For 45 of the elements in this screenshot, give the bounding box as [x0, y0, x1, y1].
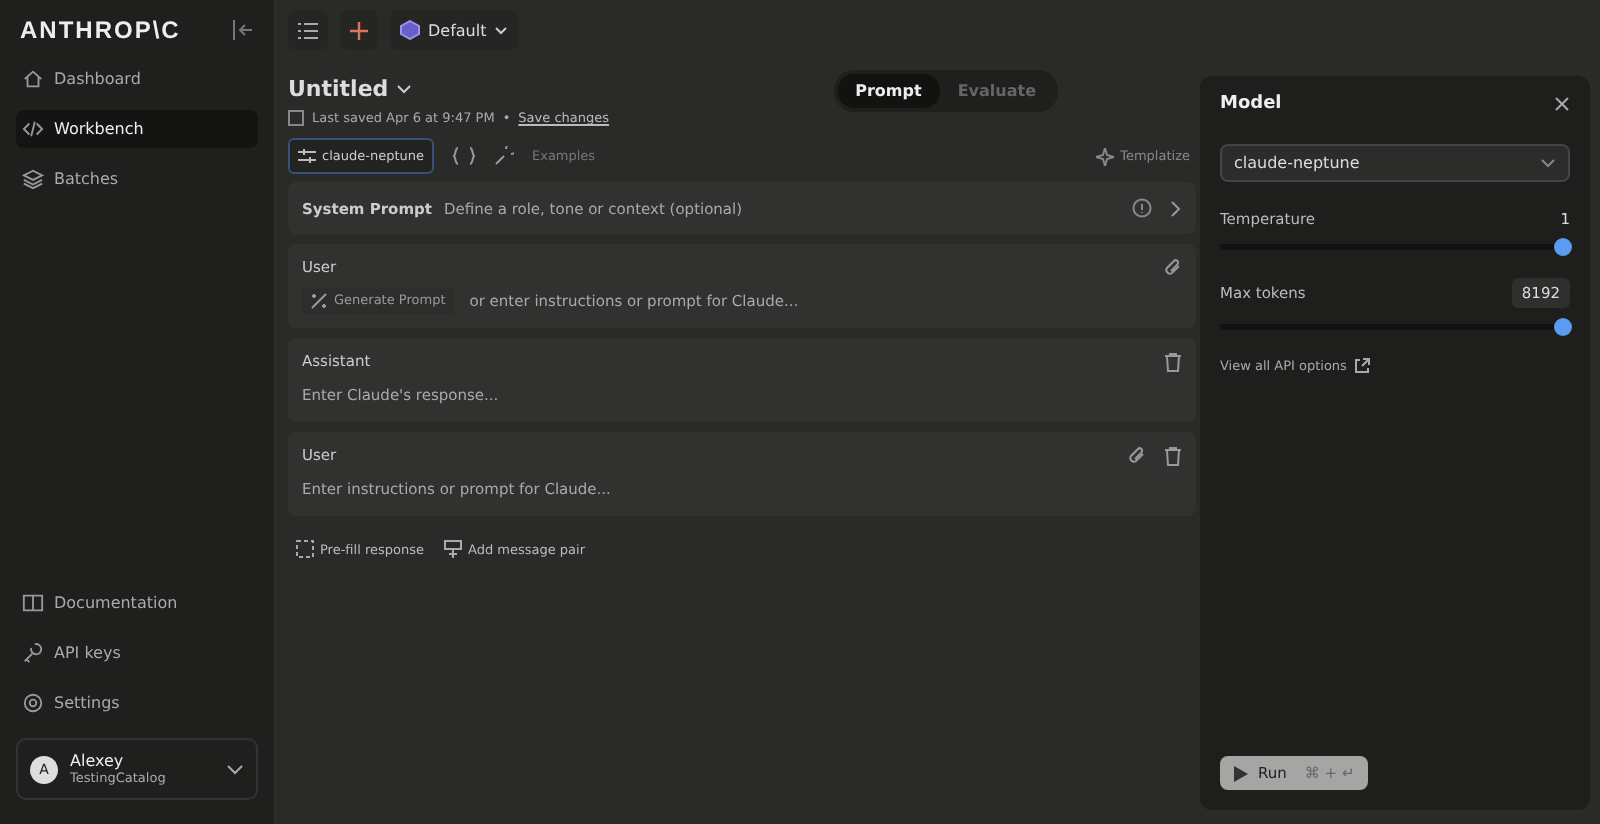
chevron-down-icon — [396, 84, 413, 94]
collapse-sidebar-icon[interactable] — [230, 18, 254, 42]
code-icon — [22, 118, 44, 140]
close-icon[interactable] — [1554, 96, 1570, 112]
list-icon — [298, 21, 318, 39]
sparkle-icon — [1096, 147, 1115, 165]
sidebar-item[interactable]: Settings — [16, 684, 258, 722]
chevron-down-icon — [1540, 158, 1556, 168]
paperclip-icon[interactable] — [1164, 258, 1182, 278]
chevron-down-icon — [226, 763, 244, 775]
home-icon — [22, 68, 44, 90]
slider-thumb[interactable] — [1554, 238, 1572, 256]
trash-icon[interactable] — [1164, 446, 1182, 466]
plus-icon — [350, 21, 368, 39]
slider-thumb[interactable] — [1554, 318, 1572, 336]
paperclip-icon[interactable] — [1128, 446, 1146, 466]
hexagon-icon — [400, 20, 420, 40]
wand-icon — [310, 291, 328, 309]
key-icon — [22, 642, 44, 664]
play-icon — [1234, 765, 1248, 781]
book-icon — [22, 592, 44, 614]
trash-icon[interactable] — [1164, 352, 1182, 372]
model-select[interactable]: claude-neptune — [1220, 144, 1570, 182]
info-icon[interactable] — [1132, 198, 1152, 218]
sidebar-item[interactable]: API keys — [16, 634, 258, 672]
sidebar-item[interactable]: Documentation — [16, 584, 258, 622]
external-link-icon — [1354, 358, 1371, 374]
prompt-title[interactable]: Untitled — [288, 76, 834, 102]
dashed-square-icon — [296, 540, 314, 558]
chevron-down-icon — [494, 25, 509, 35]
workspace-dropdown[interactable]: Default — [390, 10, 519, 50]
list-button[interactable] — [288, 10, 328, 50]
logo: ANTHROP\C — [20, 16, 181, 44]
chevron-right-icon[interactable] — [1170, 199, 1182, 217]
sidebar-item[interactable]: Workbench — [16, 110, 258, 148]
add-button[interactable] — [340, 10, 378, 50]
user-name: Alexey — [70, 752, 126, 770]
mode-tab[interactable]: Prompt — [837, 74, 940, 108]
add-pair-icon — [443, 540, 462, 558]
braces-icon[interactable] — [451, 146, 476, 166]
stack-icon — [22, 168, 44, 190]
sliders-icon — [298, 148, 316, 164]
sidebar-item[interactable]: Batches — [16, 160, 258, 198]
panel-title: Model — [1220, 94, 1282, 114]
sidebar-item[interactable]: Dashboard — [16, 60, 258, 98]
